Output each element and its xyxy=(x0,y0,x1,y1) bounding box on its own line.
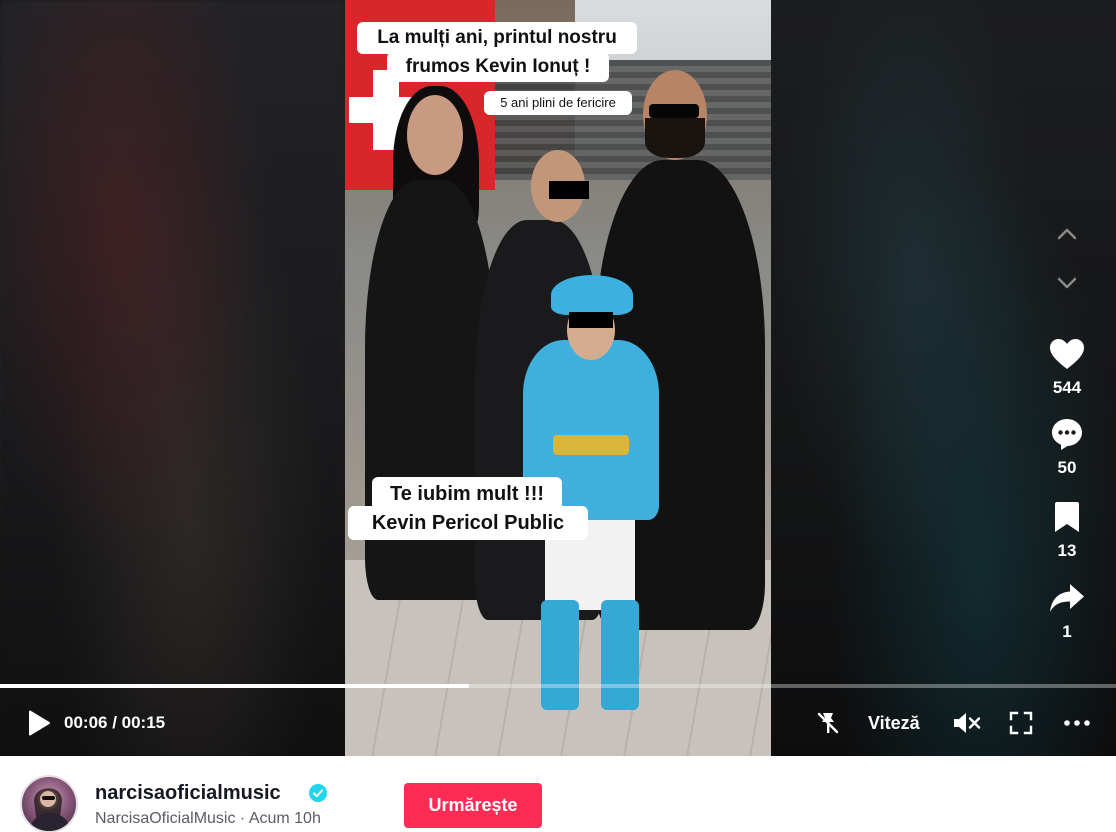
video-caption-middle: Kevin Pericol Public xyxy=(348,506,588,540)
author-avatar[interactable] xyxy=(20,775,78,832)
video-person-woman xyxy=(407,95,463,175)
mute-button[interactable] xyxy=(952,706,982,740)
author-display-name: NarcisaOficialMusic xyxy=(95,810,236,827)
like-count: 544 xyxy=(1052,378,1082,397)
more-dots-icon xyxy=(1064,720,1090,726)
play-icon xyxy=(29,710,50,736)
post-time: Acum 10h xyxy=(248,810,321,827)
progress-bar[interactable] xyxy=(0,684,1116,688)
comment-button[interactable]: 50 xyxy=(1038,414,1096,478)
share-arrow-icon xyxy=(1047,578,1087,618)
video-frame[interactable]: La mulți ani, printul nostru frumos Kevi… xyxy=(345,0,771,756)
speed-button[interactable]: Viteză xyxy=(868,706,920,740)
save-button[interactable]: 13 xyxy=(1038,497,1096,561)
video-person-kid xyxy=(541,600,579,710)
heart-icon xyxy=(1047,334,1087,374)
play-button[interactable] xyxy=(28,706,54,740)
next-video-button[interactable] xyxy=(1052,268,1082,298)
fullscreen-icon xyxy=(1009,711,1033,735)
video-person-man xyxy=(649,104,699,118)
video-person-man xyxy=(645,118,705,158)
author-username[interactable]: narcisaoficialmusic xyxy=(95,782,281,805)
fullscreen-button[interactable] xyxy=(1006,706,1036,740)
video-person-kid xyxy=(553,435,629,455)
follow-button[interactable]: Urmărește xyxy=(404,783,542,828)
author-subline: NarcisaOficialMusic · Acum 10h xyxy=(95,810,321,828)
censor-bar xyxy=(569,312,613,328)
comment-count: 50 xyxy=(1057,458,1077,477)
censor-bar xyxy=(549,181,589,199)
separator-dot: · xyxy=(239,810,246,827)
playback-time: 00:06 / 00:15 xyxy=(64,713,166,732)
verified-badge-icon xyxy=(309,784,327,802)
progress-bar-fill xyxy=(0,684,469,688)
floating-player-icon xyxy=(817,712,839,734)
video-player[interactable]: La mulți ani, printul nostru frumos Kevi… xyxy=(0,0,1116,756)
video-person-kid xyxy=(551,275,633,315)
video-person-kid xyxy=(601,600,639,710)
video-caption-small: 5 ani plini de fericire xyxy=(484,91,632,115)
previous-video-button[interactable] xyxy=(1052,219,1082,249)
bookmark-icon xyxy=(1047,497,1087,537)
save-count: 13 xyxy=(1057,541,1077,560)
like-button[interactable]: 544 xyxy=(1038,334,1096,398)
blurred-background-left xyxy=(0,0,345,756)
chevron-down-icon xyxy=(1057,277,1077,289)
comment-bubble-icon xyxy=(1047,414,1087,454)
volume-muted-icon xyxy=(954,713,981,733)
floating-player-button[interactable] xyxy=(813,706,843,740)
avatar-photo-icon xyxy=(28,788,72,831)
video-caption-top: La mulți ani, printul nostru xyxy=(357,22,637,54)
video-caption-top: frumos Kevin Ionuț ! xyxy=(387,52,609,82)
more-options-button[interactable] xyxy=(1062,706,1092,740)
share-count: 1 xyxy=(1062,622,1072,641)
chevron-up-icon xyxy=(1057,228,1077,240)
share-button[interactable]: 1 xyxy=(1038,578,1096,642)
